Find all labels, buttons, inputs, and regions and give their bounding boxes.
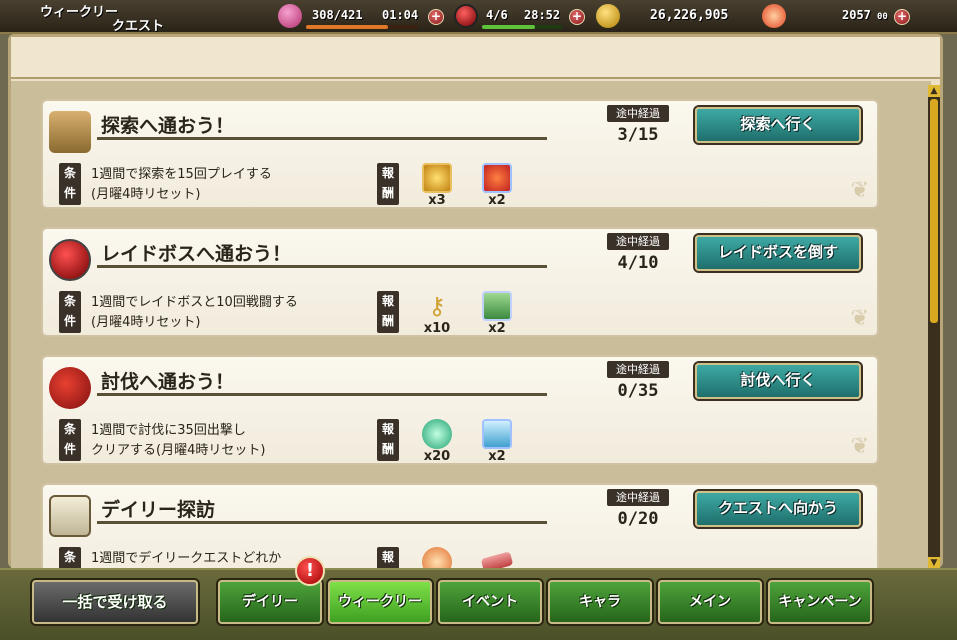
progress-label: 途中経過 bbox=[607, 233, 669, 250]
reward-tag: 報酬 bbox=[377, 291, 399, 333]
quest-title: デイリー探訪 bbox=[101, 499, 216, 521]
reward-item bbox=[475, 547, 519, 569]
flower-gem-icon bbox=[762, 4, 786, 28]
quest-title: 探索へ通おう！ bbox=[101, 115, 235, 137]
progress-value: 3/15 bbox=[617, 125, 659, 145]
quest-list[interactable]: 探索へ通おう！ 途中経過 3/15 探索へ行く 条件 1週間で探索を15回プレイ… bbox=[11, 81, 931, 569]
corner-ornament: ❦ bbox=[850, 434, 869, 459]
red-gem-card-icon bbox=[482, 163, 512, 193]
tab-chara[interactable]: キャラ bbox=[548, 580, 652, 624]
reward-tag: 報酬 bbox=[377, 547, 399, 569]
progress-label: 途中経過 bbox=[607, 489, 669, 506]
gem-plus-button[interactable]: + bbox=[894, 9, 910, 25]
collect-all-button[interactable]: 一括で受け取る bbox=[32, 580, 198, 624]
reward-item: x3 bbox=[415, 163, 459, 207]
quest-title: レイドボスへ通おう！ bbox=[101, 243, 292, 265]
blue-card-icon bbox=[482, 419, 512, 449]
monster-icon bbox=[49, 367, 91, 409]
condition-text: 1週間で討伐に35回出撃し クリアする(月曜4時リセット) bbox=[91, 423, 266, 458]
condition-text: 1週間でレイドボスと10回戦闘する (月曜4時リセット) bbox=[91, 295, 298, 330]
reward-item: x20 bbox=[415, 419, 459, 463]
reward-tag: 報酬 bbox=[377, 163, 399, 205]
stamina-stat: 308/421 01:04 bbox=[278, 4, 448, 30]
progress-value: 0/35 bbox=[617, 381, 659, 401]
condition-tag: 条件 bbox=[59, 547, 81, 569]
condition-text: 1週間で探索を15回プレイする (月曜4時リセット) bbox=[91, 167, 272, 202]
scroll-icon bbox=[49, 495, 91, 537]
flower-medal-icon bbox=[422, 547, 452, 569]
quest-card-explore: 探索へ通おう！ 途中経過 3/15 探索へ行く 条件 1週間で探索を15回プレイ… bbox=[41, 99, 879, 209]
tab-weekly[interactable]: ウィークリー bbox=[328, 580, 432, 624]
corner-ornament: ❦ bbox=[850, 178, 869, 203]
quest-title: 討伐へ通おう！ bbox=[101, 371, 235, 393]
go-to-quest-button[interactable]: クエストへ向かう bbox=[695, 491, 861, 527]
scroll-thumb[interactable] bbox=[930, 99, 938, 323]
bp-value: 4/6 bbox=[486, 8, 508, 22]
tab-event[interactable]: イベント bbox=[438, 580, 542, 624]
panel-header bbox=[11, 37, 940, 79]
top-status-bar: ウィークリー クエスト 308/421 01:04 + 4/6 28:52 + … bbox=[0, 0, 957, 34]
condition-tag: 条件 bbox=[59, 291, 81, 333]
progress-label: 途中経過 bbox=[607, 361, 669, 378]
gold-coin-icon bbox=[596, 4, 620, 28]
raid-boss-icon bbox=[49, 239, 91, 281]
page-title-line1: ウィークリー bbox=[40, 5, 119, 20]
gold-coin-icon bbox=[422, 163, 452, 193]
key-icon: ⚷ bbox=[428, 292, 446, 320]
bottom-nav: 一括で受け取る デイリー ! ウィークリー イベント キャラ メイン キャンペー… bbox=[0, 556, 957, 640]
reward-item: ⚷ x10 bbox=[423, 292, 451, 336]
go-explore-button[interactable]: 探索へ行く bbox=[695, 107, 861, 143]
page-title: ウィークリー クエスト bbox=[0, 0, 230, 34]
stamina-timer: 01:04 bbox=[382, 8, 419, 22]
green-card-icon bbox=[482, 291, 512, 321]
ticket-icon bbox=[480, 551, 514, 569]
bp-plus-button[interactable]: + bbox=[569, 9, 585, 25]
explore-icon bbox=[49, 111, 91, 153]
progress-value: 4/10 bbox=[617, 253, 659, 273]
condition-text: 1週間でデイリークエストどれか bbox=[91, 551, 282, 566]
reward-item: x2 bbox=[475, 419, 519, 463]
scrollbar[interactable]: ▲ ▼ bbox=[928, 85, 940, 569]
condition-tag: 条件 bbox=[59, 163, 81, 205]
progress-label: 途中経過 bbox=[607, 105, 669, 122]
bp-stat: 4/6 28:52 bbox=[454, 4, 574, 30]
gem-value-small: 00 bbox=[877, 12, 888, 22]
quest-panel: 探索へ通おう！ 途中経過 3/15 探索へ行く 条件 1週間で探索を15回プレイ… bbox=[8, 34, 943, 569]
stamina-bar bbox=[306, 25, 388, 29]
reward-item bbox=[415, 547, 459, 569]
quest-card-daily-visit: デイリー探訪 途中経過 0/20 クエストへ向かう 条件 1週間でデイリークエス… bbox=[41, 483, 879, 569]
tab-daily[interactable]: デイリー bbox=[218, 580, 322, 624]
stamina-value: 308/421 bbox=[312, 8, 363, 22]
progress-value: 0/20 bbox=[617, 509, 659, 529]
go-subjugation-button[interactable]: 討伐へ行く bbox=[695, 363, 861, 399]
quest-card-subjugation: 討伐へ通おう！ 途中経過 0/35 討伐へ行く 条件 1週間で討伐に35回出撃し… bbox=[41, 355, 879, 465]
gold-stat: 26,226,905 bbox=[596, 4, 756, 30]
bp-bar bbox=[482, 25, 535, 29]
red-orb-icon bbox=[454, 4, 478, 28]
alert-badge: ! bbox=[295, 556, 325, 586]
page-title-line2: クエスト bbox=[112, 19, 165, 34]
condition-tag: 条件 bbox=[59, 419, 81, 461]
gold-value: 26,226,905 bbox=[650, 8, 729, 23]
quest-card-raid: レイドボスへ通おう！ 途中経過 4/10 レイドボスを倒す 条件 1週間でレイド… bbox=[41, 227, 879, 337]
reward-tag: 報酬 bbox=[377, 419, 399, 461]
reward-item: x2 bbox=[475, 291, 519, 335]
stamina-plus-button[interactable]: + bbox=[428, 9, 444, 25]
tab-campaign[interactable]: キャンペーン bbox=[768, 580, 872, 624]
corner-ornament: ❦ bbox=[850, 306, 869, 331]
green-gear-icon bbox=[422, 419, 452, 449]
scroll-up-arrow[interactable]: ▲ bbox=[928, 85, 940, 97]
reward-item: x2 bbox=[475, 163, 519, 207]
defeat-raid-boss-button[interactable]: レイドボスを倒す bbox=[695, 235, 861, 271]
potion-icon bbox=[278, 4, 302, 28]
bp-timer: 28:52 bbox=[524, 8, 561, 22]
gem-value: 2057 bbox=[842, 8, 871, 22]
gem-stat: 2057 00 bbox=[762, 4, 902, 30]
tab-main[interactable]: メイン bbox=[658, 580, 762, 624]
